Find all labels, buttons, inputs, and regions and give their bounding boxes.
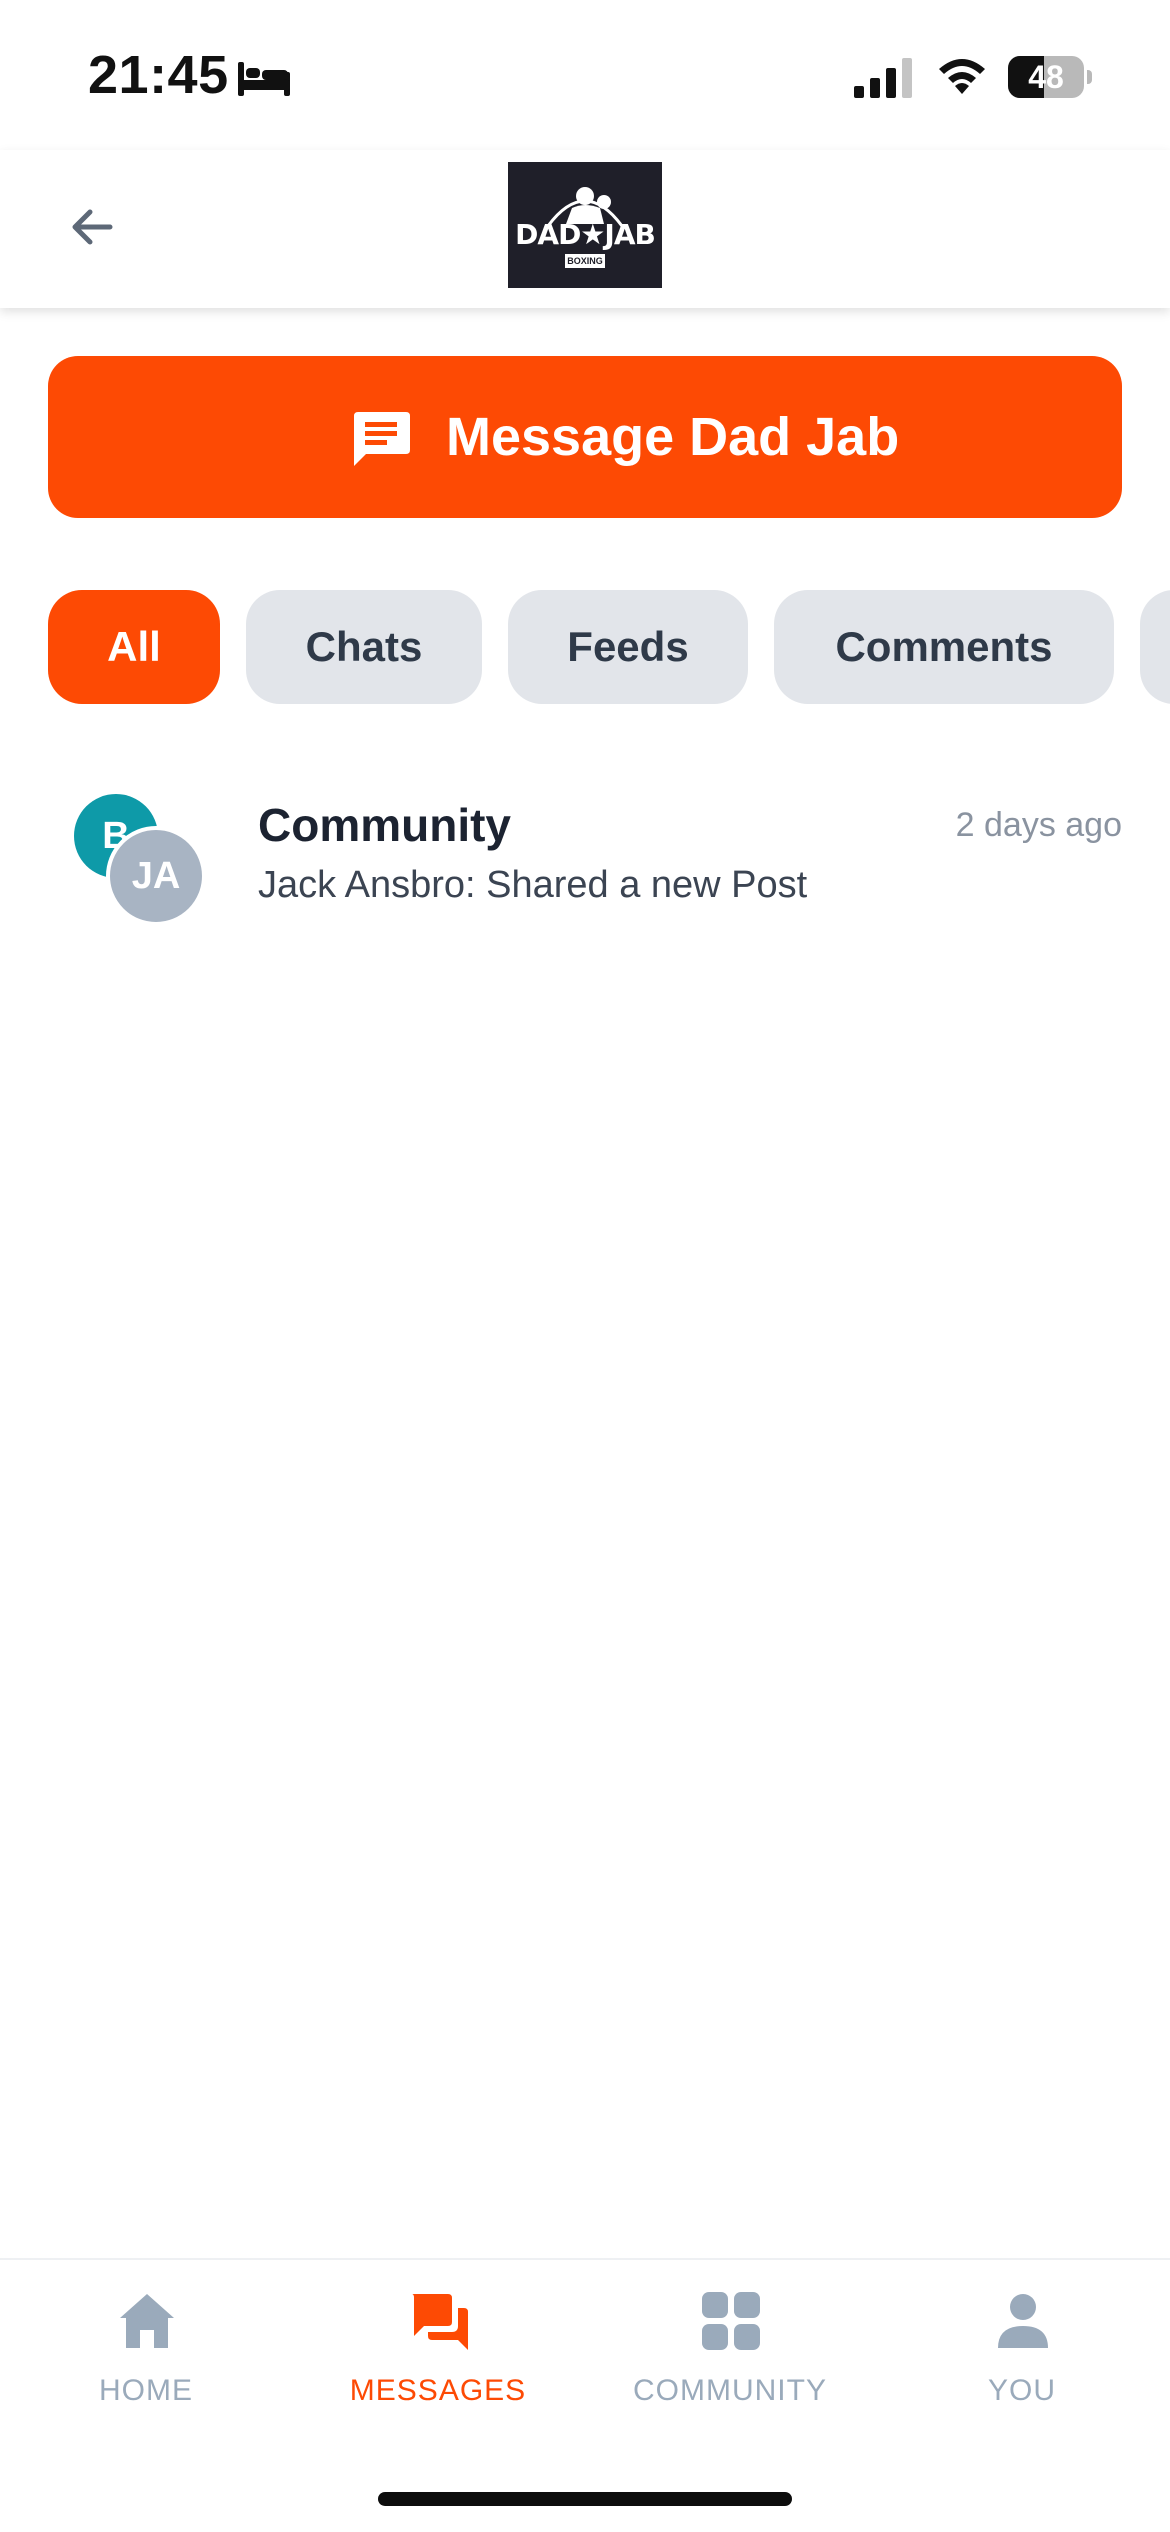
bottom-navigation: HOME MESSAGES COMMUNITY YOU — [0, 2258, 1170, 2532]
home-icon — [120, 2294, 174, 2348]
nav-you-label: YOU — [987, 2374, 1056, 2407]
logo-wordmark: DAD★JAB — [515, 218, 656, 251]
chat-bubble-icon — [354, 412, 410, 466]
dad-jab-boxing-logo: DAD★JAB BOXING — [508, 162, 662, 288]
status-bar: 21:45 48 — [0, 0, 1170, 150]
nav-community-label: COMMUNITY — [633, 2374, 827, 2407]
nav-messages-label: MESSAGES — [349, 2374, 527, 2407]
messages-icon — [412, 2294, 468, 2350]
tab-chats[interactable]: Chats — [246, 590, 482, 704]
conversation-row[interactable]: B JA Community Jack Ansbro: Shared a new… — [48, 780, 1122, 930]
app-header: DAD★JAB BOXING — [0, 150, 1170, 308]
nav-you[interactable]: YOU — [876, 2290, 1168, 2430]
conversation-timestamp: 2 days ago — [955, 806, 1122, 844]
messages-screen: 21:45 48 DAD★JAB BOXING Message Dad Jab … — [0, 0, 1170, 2532]
tab-feeds[interactable]: Feeds — [508, 590, 748, 704]
filter-tabs: All Chats Feeds Comments — [0, 590, 1170, 704]
nav-messages[interactable]: MESSAGES — [292, 2290, 584, 2430]
message-dad-jab-button[interactable]: Message Dad Jab — [48, 356, 1122, 518]
nav-home[interactable]: HOME — [0, 2290, 292, 2430]
bed-icon — [238, 62, 290, 96]
status-time: 21:45 — [88, 45, 229, 105]
avatar: JA — [106, 826, 206, 926]
cellular-signal-icon — [854, 58, 912, 98]
tab-all[interactable]: All — [48, 590, 220, 704]
battery-indicator: 48 — [1008, 56, 1094, 98]
conversation-title: Community — [258, 799, 511, 851]
message-button-label: Message Dad Jab — [446, 407, 900, 467]
logo-subtext: BOXING — [565, 254, 605, 268]
conversation-preview: Jack Ansbro: Shared a new Post — [258, 864, 808, 906]
nav-community[interactable]: COMMUNITY — [584, 2290, 876, 2430]
battery-level: 48 — [1028, 59, 1064, 95]
wifi-icon — [939, 59, 985, 94]
tab-comments[interactable]: Comments — [774, 590, 1114, 704]
home-indicator — [378, 2492, 792, 2506]
nav-home-label: HOME — [99, 2374, 193, 2407]
user-icon — [998, 2294, 1048, 2348]
tab-overflow[interactable] — [1140, 590, 1170, 704]
grid-icon — [702, 2292, 760, 2350]
back-arrow-icon[interactable] — [60, 194, 126, 260]
